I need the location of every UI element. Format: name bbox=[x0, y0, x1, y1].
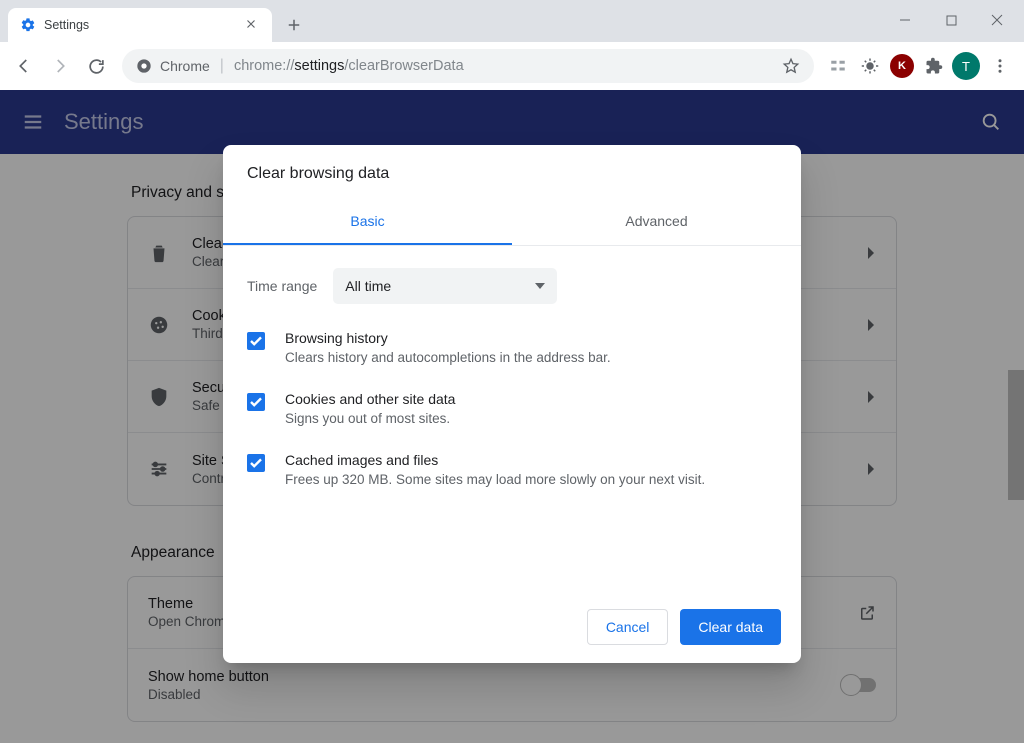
settings-favicon-icon bbox=[20, 17, 36, 33]
time-range-label: Time range bbox=[247, 278, 317, 294]
maximize-button[interactable] bbox=[928, 4, 974, 36]
ext-grid-icon[interactable] bbox=[824, 52, 852, 80]
chevron-down-icon bbox=[535, 283, 545, 289]
cancel-button[interactable]: Cancel bbox=[587, 609, 669, 645]
ext-bug-icon[interactable] bbox=[856, 52, 884, 80]
extensions-puzzle-icon[interactable] bbox=[920, 52, 948, 80]
checkbox-cookies[interactable] bbox=[247, 393, 265, 411]
clear-data-button[interactable]: Clear data bbox=[680, 609, 781, 645]
new-tab-button[interactable] bbox=[280, 11, 308, 39]
bookmark-star-icon[interactable] bbox=[782, 57, 800, 75]
url-text: chrome://settings/clearBrowserData bbox=[234, 58, 464, 74]
toolbar: Chrome | chrome://settings/clearBrowserD… bbox=[0, 42, 1024, 90]
dialog-body: Time range All time Browsing historyClea… bbox=[223, 246, 801, 523]
cb-cookies: Cookies and other site dataSigns you out… bbox=[247, 391, 777, 426]
reload-button[interactable] bbox=[80, 50, 112, 82]
tab-close-icon[interactable] bbox=[244, 17, 260, 33]
tab-basic[interactable]: Basic bbox=[223, 199, 512, 245]
tab-strip: Settings bbox=[0, 0, 1024, 42]
time-range-select[interactable]: All time bbox=[333, 268, 557, 304]
cb-browsing-history: Browsing historyClears history and autoc… bbox=[247, 330, 777, 365]
address-bar[interactable]: Chrome | chrome://settings/clearBrowserD… bbox=[122, 49, 814, 83]
dialog-tabs: Basic Advanced bbox=[223, 199, 801, 246]
url-separator: | bbox=[220, 57, 224, 75]
checkbox-cache[interactable] bbox=[247, 454, 265, 472]
url-scheme-label: Chrome bbox=[160, 58, 210, 74]
dialog-title: Clear browsing data bbox=[223, 145, 801, 199]
forward-button[interactable] bbox=[44, 50, 76, 82]
tab-advanced[interactable]: Advanced bbox=[512, 199, 801, 245]
dialog-actions: Cancel Clear data bbox=[223, 603, 801, 645]
cb-cache: Cached images and filesFrees up 320 MB. … bbox=[247, 452, 777, 487]
checkbox-browsing-history[interactable] bbox=[247, 332, 265, 350]
back-button[interactable] bbox=[8, 50, 40, 82]
close-window-button[interactable] bbox=[974, 4, 1020, 36]
clear-browsing-data-dialog: Clear browsing data Basic Advanced Time … bbox=[223, 145, 801, 663]
browser-chrome: Settings Chrome | chrome://settings/clea… bbox=[0, 0, 1024, 90]
time-range-value: All time bbox=[345, 278, 391, 294]
menu-kebab-icon[interactable] bbox=[984, 50, 1016, 82]
minimize-button[interactable] bbox=[882, 4, 928, 36]
site-info-chip[interactable]: Chrome bbox=[136, 58, 210, 74]
tab-title: Settings bbox=[44, 18, 236, 32]
window-controls bbox=[882, 4, 1020, 36]
active-tab[interactable]: Settings bbox=[8, 8, 272, 42]
ext-k-icon[interactable]: K bbox=[888, 52, 916, 80]
time-range-row: Time range All time bbox=[247, 268, 777, 304]
chrome-icon bbox=[136, 58, 152, 74]
profile-avatar[interactable]: T bbox=[952, 52, 980, 80]
